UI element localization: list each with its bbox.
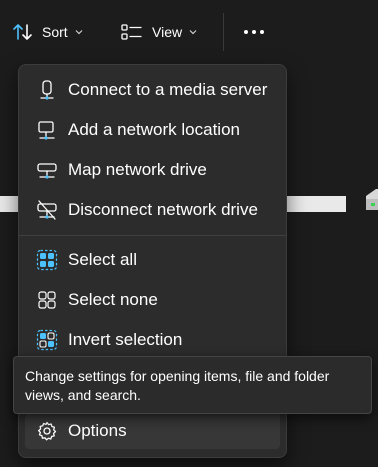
dot-icon <box>252 30 256 34</box>
view-label: View <box>152 24 183 40</box>
storage-bar-left <box>0 196 20 212</box>
menu-divider <box>19 235 286 236</box>
chevron-down-icon <box>189 30 197 35</box>
menu-item-disconnect-network-drive[interactable]: Disconnect network drive <box>25 192 280 228</box>
gear-icon <box>36 420 58 442</box>
sort-label: Sort <box>42 24 68 40</box>
menu-item-select-all[interactable]: Select all <box>25 242 280 278</box>
select-all-icon <box>36 249 58 271</box>
drive-icon <box>366 189 378 210</box>
command-bar: Sort View <box>0 0 378 64</box>
menu-item-label: Map network drive <box>68 160 207 179</box>
toolbar-separator <box>223 13 224 51</box>
see-more-button[interactable] <box>232 16 276 48</box>
menu-item-label: Options <box>68 421 127 440</box>
chevron-down-icon <box>75 30 83 35</box>
menu-item-options[interactable]: Options <box>25 413 280 449</box>
options-tooltip: Change settings for opening items, file … <box>13 356 372 414</box>
select-none-icon <box>36 289 58 311</box>
disconnect-drive-icon <box>36 199 58 221</box>
menu-item-select-none[interactable]: Select none <box>25 282 280 318</box>
menu-item-add-network-location[interactable]: Add a network location <box>25 112 280 148</box>
menu-item-invert-selection[interactable]: Invert selection <box>25 322 280 358</box>
dot-icon <box>260 30 264 34</box>
menu-item-label: Disconnect network drive <box>68 200 258 219</box>
sort-button[interactable]: Sort <box>12 16 84 48</box>
dot-icon <box>244 30 248 34</box>
view-icon <box>121 24 142 40</box>
menu-item-connect-media-server[interactable]: Connect to a media server <box>25 72 280 108</box>
menu-item-map-network-drive[interactable]: Map network drive <box>25 152 280 188</box>
view-button[interactable]: View <box>120 16 198 48</box>
map-drive-icon <box>36 159 58 181</box>
invert-selection-icon <box>36 329 58 351</box>
tooltip-text: Change settings for opening items, file … <box>25 368 330 403</box>
menu-item-label: Select none <box>68 290 158 309</box>
menu-item-label: Select all <box>68 250 137 269</box>
storage-bar-right <box>285 196 346 212</box>
menu-item-label: Add a network location <box>68 120 240 139</box>
menu-item-label: Invert selection <box>68 330 183 349</box>
menu-item-label: Connect to a media server <box>68 80 268 99</box>
network-location-icon <box>36 119 58 141</box>
sort-icon <box>13 24 32 40</box>
media-server-icon <box>36 79 58 101</box>
